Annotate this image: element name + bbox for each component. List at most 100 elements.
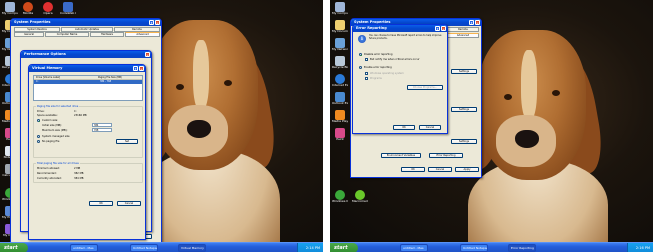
browser-icon [23, 2, 33, 12]
error-reporting-button[interactable]: Error Reporting [429, 153, 463, 158]
dog-nose [187, 120, 211, 138]
no-paging-label: No paging file [42, 140, 60, 143]
title-bar[interactable]: Performance Options × [21, 51, 151, 58]
tab-general[interactable]: General [14, 32, 44, 37]
start-button[interactable]: start [0, 243, 28, 252]
enable-reporting-label: Enable error reporting [364, 66, 392, 69]
help-button[interactable]: ? [469, 20, 474, 25]
ok-button[interactable]: OK [393, 125, 415, 130]
taskbar-button[interactable]: Virtual Memory [178, 244, 206, 252]
system-managed-radio[interactable] [37, 135, 40, 138]
drive-row[interactable]: C: 384 - 768 [34, 80, 142, 84]
programs-label: Programs [370, 77, 382, 80]
taskbar-button[interactable]: Untitled Notepad [460, 244, 488, 252]
desktop-icon-my-computer[interactable]: My Computer [332, 2, 348, 16]
dreamweaver-icon [355, 190, 365, 200]
close-button[interactable]: × [139, 66, 144, 71]
system-tray-clock[interactable]: 2:14 PM [297, 243, 323, 252]
dog-eye-left [176, 84, 184, 90]
no-paging-radio[interactable] [37, 140, 40, 143]
programs-checkbox[interactable] [365, 77, 368, 80]
dog-nose [515, 130, 539, 148]
tab-remote[interactable]: Remote [447, 27, 479, 32]
apply-button[interactable]: Apply [455, 167, 479, 172]
desktop-icon-my-documents[interactable]: My Documents [332, 20, 348, 34]
drive-list[interactable]: Drive [Volume Label] Paging File Size (M… [33, 75, 143, 101]
taskbar-button[interactable]: Error Reporting [508, 244, 536, 252]
computer-icon [5, 2, 15, 12]
help-button[interactable]: ? [435, 26, 440, 31]
close-button[interactable]: × [441, 26, 446, 31]
tab-advanced[interactable]: Advanced [447, 33, 479, 38]
window-title: Virtual Memory [32, 66, 63, 70]
tab-computer-name[interactable]: Computer Name [45, 32, 89, 37]
ok-button[interactable]: OK [401, 167, 425, 172]
desktop-icon-ie[interactable]: Internet Explorer [332, 74, 348, 88]
desktop-left: Mozilla Opera CodeWeb CS My Computer My … [0, 0, 323, 252]
tab-advanced[interactable]: Advanced [125, 32, 160, 37]
desktop-icon-messenger[interactable]: Windows Messenger [332, 190, 348, 204]
start-button[interactable]: start [330, 243, 358, 252]
initial-size-input[interactable]: 384 [92, 123, 112, 127]
taskbar: start untitled - Mes Untitled Notepad Vi… [0, 242, 323, 252]
notify-critical-checkbox[interactable] [365, 58, 368, 61]
settings-button-performance[interactable]: Settings [451, 69, 477, 74]
settings-button-profiles[interactable]: Settings [451, 107, 477, 112]
desktop-icon-recycle-bin[interactable]: Recycle Bin [332, 56, 348, 70]
dog-eye-right [552, 90, 560, 96]
choose-programs-button[interactable]: Choose Programs... [407, 85, 443, 90]
taskbar-button[interactable]: untitled - Mes [70, 244, 98, 252]
desktop-icon-network[interactable]: My Network Places [332, 38, 348, 52]
disable-reporting-radio[interactable] [359, 53, 362, 56]
desktop-icon-paint[interactable]: Paint [332, 128, 348, 142]
dog-eye-right [224, 80, 232, 86]
taskbar-button[interactable]: untitled - Mes [400, 244, 428, 252]
desktop-icon-outlook[interactable]: Outlook Express [332, 92, 348, 106]
windows-os-label: Windows operating system [370, 72, 404, 75]
dog-blaze [521, 50, 537, 120]
currently-allocated-value: 384 MB [74, 177, 84, 180]
set-button[interactable]: Set [116, 139, 138, 144]
custom-size-label: Custom size: [42, 119, 59, 122]
maximum-size-input[interactable]: 768 [92, 128, 112, 132]
taskbar-button[interactable]: Untitled Notepad [130, 244, 158, 252]
space-label: Space available: [37, 114, 58, 117]
enable-reporting-radio[interactable] [359, 66, 362, 69]
desktop-icon-dreamweaver[interactable]: Macromedia Dreamweaver [352, 190, 368, 204]
system-tray-clock[interactable]: 2:16 PM [627, 243, 653, 252]
desktop-right: My Computer My Documents My Network Plac… [330, 0, 653, 252]
taskbar: start untitled - Mes Untitled Notepad Er… [330, 242, 653, 252]
help-button[interactable]: ? [149, 20, 154, 25]
title-bar[interactable]: System Properties ? × [11, 19, 161, 26]
virtual-memory-window: Virtual Memory ? × Drive [Volume Label] … [28, 64, 146, 240]
windows-os-checkbox[interactable] [365, 72, 368, 75]
disable-reporting-label: Disable error reporting [364, 53, 393, 56]
desktop-icon-codeweb[interactable]: CodeWeb CS [60, 2, 76, 16]
title-bar[interactable]: Virtual Memory ? × [29, 65, 145, 72]
cancel-button[interactable]: Cancel [117, 201, 141, 206]
tab-strip: System Restore Automatic Updates Remote … [11, 26, 161, 38]
help-button[interactable]: ? [133, 66, 138, 71]
custom-size-radio[interactable] [37, 119, 40, 122]
minimum-allowed-label: Minimum allowed: [37, 167, 60, 170]
close-button[interactable]: × [155, 20, 160, 25]
ie-icon [335, 74, 345, 84]
media-player-icon [335, 110, 345, 120]
close-button[interactable]: × [475, 20, 480, 25]
title-bar[interactable]: Error Reporting ? × [353, 25, 447, 32]
desktop-icon-media-player[interactable]: Media Player [332, 110, 348, 124]
drive-row-name: C: [36, 80, 39, 83]
cancel-button[interactable]: Cancel [428, 167, 452, 172]
cancel-button[interactable]: Cancel [419, 125, 441, 130]
settings-button-startup[interactable]: Settings [451, 139, 477, 144]
selected-drive-group: Paging file size for selected drive Driv… [33, 105, 143, 158]
tab-hardware[interactable]: Hardware [90, 32, 124, 37]
close-button[interactable]: × [145, 52, 150, 57]
desktop-icon-opera[interactable]: Opera [40, 2, 56, 16]
environment-variables-button[interactable]: Environment Variables [381, 153, 421, 158]
ok-button[interactable]: OK [89, 201, 113, 206]
space-value: 23166 MB [74, 114, 87, 117]
desktop-icon-my-computer[interactable]: My Computer [2, 2, 18, 16]
desktop-icon-mozilla[interactable]: Mozilla [20, 2, 36, 16]
group-title: Total paging file size for all drives [36, 162, 80, 165]
